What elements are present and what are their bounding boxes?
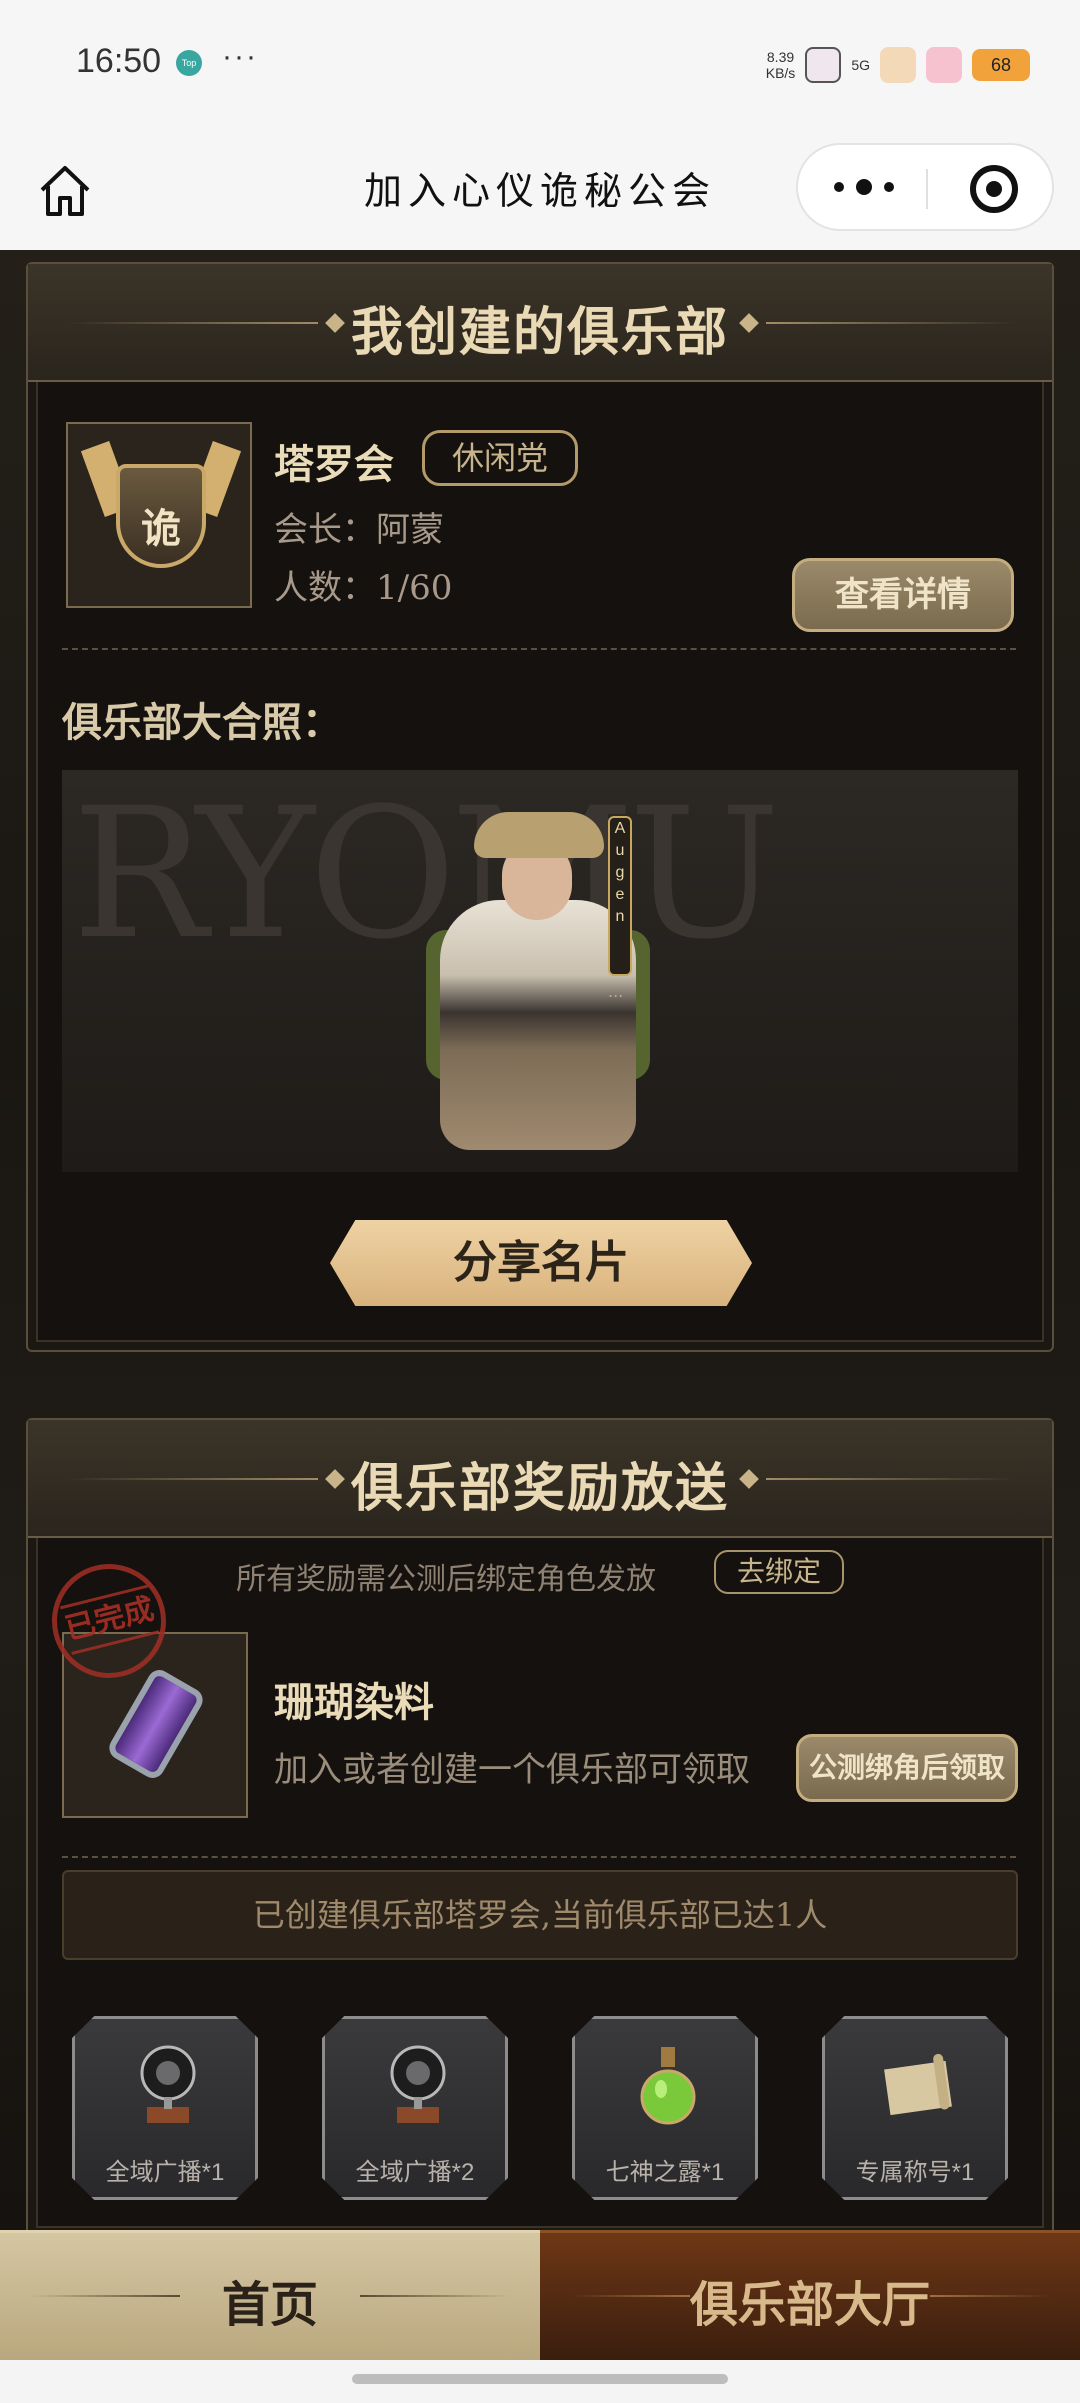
nametag-letter: u — [615, 842, 625, 859]
battery-indicator: 68 — [972, 49, 1030, 81]
group-photo: RYOMU A u g e n ... — [62, 770, 1018, 1172]
reward-item[interactable]: 全域广播*2 — [322, 2016, 508, 2200]
reward-item[interactable]: 全域广播*1 — [72, 2016, 258, 2200]
bottom-tab-bar: 首页 俱乐部大厅 — [0, 2230, 1080, 2360]
reward-name: 珊瑚染料 — [274, 1679, 434, 1726]
home-indicator[interactable] — [352, 2374, 728, 2384]
app-notification-icon: Top — [176, 50, 202, 76]
icecream-icon — [880, 47, 916, 83]
club-progress-status: 已创建俱乐部塔罗会,当前俱乐部已达1人 — [62, 1870, 1018, 1960]
rewards-header: 俱乐部奖励放送 — [28, 1420, 1052, 1538]
status-indicators: 8.39 KB/s 5G 68 — [766, 40, 1030, 90]
network-speed-unit: KB/s — [765, 65, 796, 81]
reward-item[interactable]: 七神之露*1 — [572, 2016, 758, 2200]
item-label: 全域广播*1 — [105, 2159, 225, 2186]
broadcast-icon — [390, 2045, 446, 2123]
tab-club-hall[interactable]: 俱乐部大厅 — [540, 2230, 1080, 2360]
signal-label: 5G — [851, 57, 870, 73]
stamp-text: 已完成 — [60, 1584, 160, 1655]
photo-background-text: RYOMU — [72, 770, 780, 979]
bind-button[interactable]: 去绑定 — [714, 1550, 844, 1594]
capsule-divider — [926, 169, 928, 209]
my-club-title: 我创建的俱乐部 — [350, 302, 729, 363]
club-emblem: 诡 — [66, 422, 252, 608]
divider — [62, 648, 1016, 650]
more-notifications-icon: ··· — [222, 40, 258, 73]
emblem-shield-icon: 诡 — [116, 464, 206, 568]
tab-ornament-right — [930, 2295, 1050, 2297]
club-name: 塔罗会 — [274, 441, 394, 488]
status-bar: 16:50 Top ··· 8.39 KB/s 5G 68 — [0, 0, 1080, 130]
flower-icon — [926, 47, 962, 83]
home-icon[interactable] — [34, 160, 96, 222]
more-options-icon[interactable] — [834, 167, 894, 207]
emblem-char: 诡 — [141, 505, 181, 552]
network-speed-value: 8.39 — [766, 49, 795, 65]
club-tag: 休闲党 — [422, 430, 578, 486]
item-label: 专属称号*1 — [855, 2159, 975, 2186]
claim-after-launch-button[interactable]: 公测绑角后领取 — [796, 1734, 1018, 1802]
header-ornament-right — [766, 322, 1016, 324]
item-label: 七神之露*1 — [605, 2159, 725, 2186]
nav-bar: 加入心仪诡秘公会 — [0, 130, 1080, 250]
network-speed: 8.39 KB/s — [766, 49, 796, 81]
status-time: 16:50 — [76, 42, 162, 80]
share-card-button[interactable]: 分享名片 — [330, 1220, 752, 1306]
my-club-header: 我创建的俱乐部 — [28, 264, 1052, 382]
reward-item[interactable]: 专属称号*1 — [822, 2016, 1008, 2200]
item-label: 全域广播*2 — [355, 2159, 475, 2186]
header-ornament-right — [766, 1478, 1016, 1480]
broadcast-icon — [140, 2045, 196, 2123]
tab-ornament-right — [360, 2295, 510, 2297]
club-member-count: 人数：1/60 — [274, 568, 453, 608]
character-figure — [440, 900, 636, 1150]
character-nametag: A u g e n — [608, 816, 632, 976]
rewards-notice: 所有奖励需公测后绑定角色发放 — [236, 1563, 656, 1596]
potion-icon — [640, 2047, 696, 2125]
close-miniprogram-icon[interactable] — [970, 165, 1018, 213]
sticker-icon — [805, 47, 842, 83]
rewards-title: 俱乐部奖励放送 — [350, 1458, 729, 1519]
nametag-letter: n — [615, 908, 625, 925]
divider — [62, 1856, 1016, 1858]
nametag-letter: g — [615, 864, 625, 881]
page-title: 加入心仪诡秘公会 — [363, 169, 716, 213]
character-hat — [474, 812, 604, 858]
miniprogram-capsule — [796, 143, 1054, 231]
reward-description: 加入或者创建一个俱乐部可领取 — [274, 1750, 750, 1790]
nametag-letter: e — [615, 886, 625, 903]
tab-home[interactable]: 首页 — [0, 2230, 540, 2360]
nametag-more: ... — [608, 982, 624, 1001]
view-details-button[interactable]: 查看详情 — [792, 558, 1014, 632]
system-gesture-area — [0, 2360, 1080, 2403]
group-photo-label: 俱乐部大合照： — [62, 699, 342, 746]
tab-club-hall-label: 俱乐部大厅 — [689, 2277, 930, 2333]
dye-spool-icon — [105, 1665, 207, 1783]
nametag-letter: A — [614, 820, 626, 837]
club-leader: 会长：阿蒙 — [274, 510, 444, 550]
tab-home-label: 首页 — [221, 2277, 318, 2333]
scroll-icon — [884, 2053, 952, 2116]
